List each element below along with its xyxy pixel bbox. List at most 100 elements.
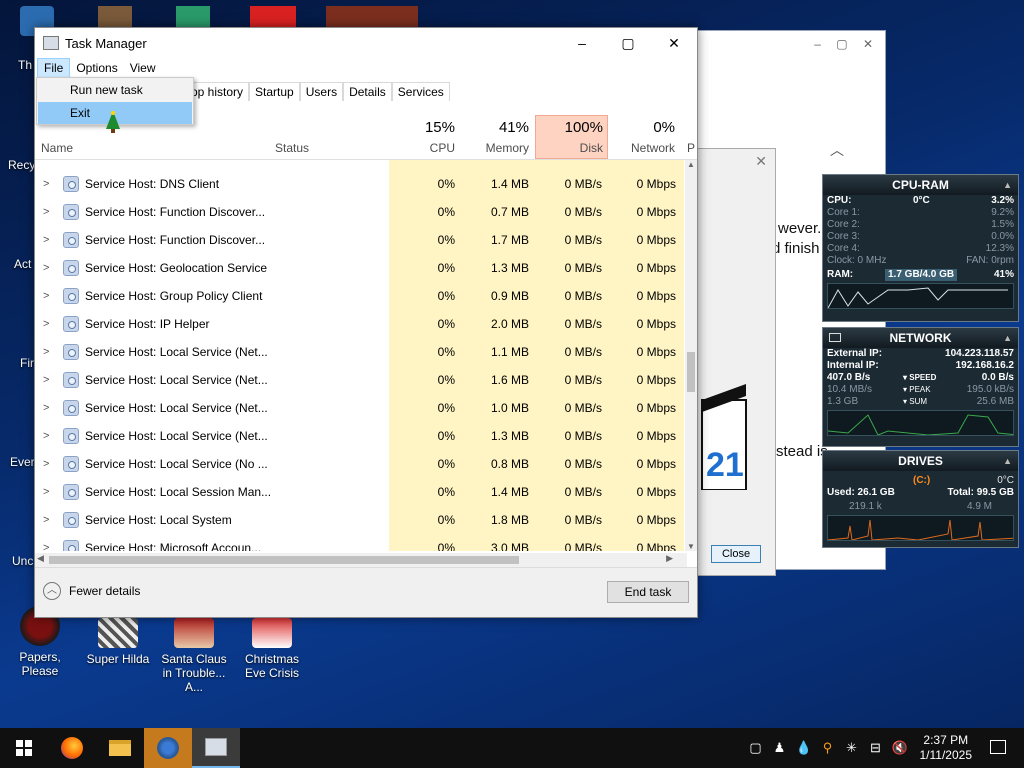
desktop-icon-christmas-eve[interactable]: Christmas Eve Crisis bbox=[234, 618, 310, 680]
process-row[interactable]: > Service Host: Function Discover... 0% 0.7… bbox=[35, 198, 687, 226]
chevron-right-icon[interactable]: > bbox=[43, 206, 49, 218]
process-row[interactable]: > Service Host: Local Session Man... 0% 1.4… bbox=[35, 478, 687, 506]
scroll-thumb[interactable] bbox=[687, 352, 695, 392]
chevron-right-icon[interactable]: > bbox=[43, 458, 49, 470]
search-icon[interactable]: ⚲ bbox=[820, 740, 836, 756]
taskbar-app-highlighted[interactable] bbox=[144, 728, 192, 768]
chevron-right-icon[interactable]: > bbox=[43, 346, 49, 358]
process-row[interactable]: > Service Host: Local Service (Net... 0% 1.… bbox=[35, 338, 687, 366]
column-network[interactable]: Network bbox=[615, 141, 675, 155]
chevron-right-icon[interactable]: > bbox=[43, 402, 49, 414]
cpu-ram-gadget[interactable]: CPU-RAM ▲ CPU: 0°C 3.2% Core 1: 9.2% Core 2:… bbox=[822, 174, 1019, 322]
notification-icon[interactable] bbox=[990, 740, 1006, 754]
square-icon[interactable]: ▢ bbox=[748, 740, 764, 756]
background-window-controls[interactable]: – ▢ ✕ bbox=[814, 37, 879, 51]
gear-icon bbox=[63, 484, 79, 500]
user-icon[interactable]: ♟ bbox=[772, 740, 788, 756]
desktop-icon-top-4[interactable] bbox=[250, 6, 296, 28]
task-manager-icon bbox=[205, 738, 227, 756]
process-row[interactable]: > Service Host: Microsoft Accoun... 0% 3.0 … bbox=[35, 534, 687, 551]
menu-file[interactable]: File bbox=[37, 58, 71, 78]
process-row[interactable]: > Service Host: IP Helper 0% 2.0 MB 0 MB/s 0 … bbox=[35, 310, 687, 338]
network-gadget[interactable]: NETWORK ▲ External IP: 104.223.118.57 Inte… bbox=[822, 327, 1019, 447]
scroll-right-icon[interactable]: ▶ bbox=[666, 553, 673, 564]
scroll-thumb[interactable] bbox=[49, 556, 519, 564]
desktop-icon-top-5[interactable] bbox=[326, 6, 418, 28]
taskbar-task-manager[interactable] bbox=[192, 728, 240, 768]
chevron-right-icon[interactable]: > bbox=[43, 290, 49, 302]
cpu-percent[interactable]: 15% bbox=[395, 119, 455, 136]
column-cpu[interactable]: CPU bbox=[395, 141, 455, 155]
vertical-scrollbar[interactable]: ▲ ▼ bbox=[685, 160, 697, 551]
column-name[interactable]: Name bbox=[41, 141, 73, 155]
scroll-left-icon[interactable]: ◀ bbox=[37, 553, 44, 564]
tab-services[interactable]: Services bbox=[391, 82, 450, 101]
desktop-icon-label-6[interactable]: Unc bbox=[12, 554, 33, 568]
chevron-right-icon[interactable]: > bbox=[43, 234, 49, 246]
scroll-down-icon[interactable]: ▼ bbox=[687, 542, 695, 551]
process-row[interactable]: > Service Host: Geolocation Service 0% 1.3 … bbox=[35, 254, 687, 282]
maximize-icon[interactable]: ▢ bbox=[605, 35, 651, 52]
desktop-icon-label-5[interactable]: Ever bbox=[10, 455, 35, 469]
chevron-right-icon[interactable]: > bbox=[43, 542, 49, 551]
menu-options[interactable]: Options bbox=[70, 59, 123, 77]
desktop-icon-super-hilda[interactable]: Super Hilda bbox=[80, 618, 156, 666]
volume-muted-icon[interactable]: 🔇 bbox=[892, 740, 908, 756]
menu-view[interactable]: View bbox=[124, 59, 162, 77]
process-row[interactable]: > Service Host: Local Service (No ... 0% 0.… bbox=[35, 450, 687, 478]
collapse-icon[interactable]: ▲ bbox=[1003, 328, 1012, 348]
process-row[interactable]: > Service Host: Local Service (Net... 0% 1.… bbox=[35, 366, 687, 394]
collapse-icon[interactable]: ▲ bbox=[1003, 175, 1012, 195]
fewer-details-link[interactable]: ︿ Fewer details bbox=[43, 582, 140, 600]
close-icon[interactable]: ✕ bbox=[755, 153, 767, 170]
chevron-right-icon[interactable]: > bbox=[43, 514, 49, 526]
title-bar[interactable]: Task Manager – ▢ ✕ bbox=[35, 28, 697, 58]
close-icon[interactable]: ✕ bbox=[651, 35, 697, 52]
column-power-cut[interactable]: P bbox=[685, 141, 695, 155]
chevron-up-icon[interactable]: ︿ bbox=[830, 140, 844, 160]
disk-percent[interactable]: 100% bbox=[535, 119, 603, 136]
network-percent[interactable]: 0% bbox=[615, 119, 675, 136]
tab-app-history[interactable]: pp history bbox=[185, 82, 250, 101]
taskbar-firefox[interactable] bbox=[48, 728, 96, 768]
tab-users[interactable]: Users bbox=[299, 82, 344, 101]
clock[interactable]: 2:37 PM 1/11/2025 bbox=[920, 733, 973, 763]
collapse-icon[interactable]: ▲ bbox=[1003, 451, 1012, 471]
start-button[interactable] bbox=[0, 728, 48, 768]
process-row[interactable]: > Service Host: Local Service (Net... 0% 1.… bbox=[35, 422, 687, 450]
process-row[interactable]: > Service Host: Local System 0% 1.8 MB 0 MB/… bbox=[35, 506, 687, 534]
chevron-right-icon[interactable]: > bbox=[43, 318, 49, 330]
scroll-up-icon[interactable]: ▲ bbox=[687, 160, 695, 169]
background-dialog[interactable]: ✕ Close bbox=[696, 148, 776, 576]
desktop-icon-santa-claus[interactable]: Santa Claus in Trouble... A... bbox=[156, 618, 232, 694]
desktop-icon-label-3[interactable]: Act bbox=[14, 257, 31, 271]
process-row[interactable]: > Service Host: DNS Client 0% 1.4 MB 0 MB/s 0… bbox=[35, 170, 687, 198]
end-task-button[interactable]: End task bbox=[607, 581, 689, 603]
chevron-right-icon[interactable]: > bbox=[43, 178, 49, 190]
process-row[interactable]: > Service Host: Local Service (Net... 0% 1.… bbox=[35, 394, 687, 422]
menu-item-run-new-task[interactable]: Run new task bbox=[38, 79, 192, 101]
drives-gadget[interactable]: DRIVES ▲ (C:) 0°C Used: 26.1 GB Total: 99.5… bbox=[822, 450, 1019, 548]
process-row[interactable]: > Service Host: Group Policy Client 0% 0.9 … bbox=[35, 282, 687, 310]
desktop-icon-label-2[interactable]: Recy bbox=[8, 158, 35, 172]
network-icon[interactable]: ⊟ bbox=[868, 740, 884, 756]
horizontal-scrollbar[interactable]: ◀ ▶ bbox=[35, 553, 687, 567]
chevron-right-icon[interactable]: > bbox=[43, 262, 49, 274]
chevron-right-icon[interactable]: > bbox=[43, 430, 49, 442]
drop-icon[interactable]: 💧 bbox=[796, 740, 812, 756]
desktop-icon-label-1[interactable]: Th bbox=[18, 58, 32, 72]
desktop-icon-label-4[interactable]: Fir bbox=[20, 356, 34, 370]
tab-details[interactable]: Details bbox=[343, 82, 392, 101]
chevron-right-icon[interactable]: > bbox=[43, 374, 49, 386]
column-disk[interactable]: Disk bbox=[535, 141, 603, 155]
dialog-close-button[interactable]: Close bbox=[711, 545, 761, 563]
minimize-icon[interactable]: – bbox=[559, 35, 605, 52]
process-row[interactable]: > Service Host: Function Discover... 0% 1.7… bbox=[35, 226, 687, 254]
taskbar-file-explorer[interactable] bbox=[96, 728, 144, 768]
memory-percent[interactable]: 41% bbox=[467, 119, 529, 136]
column-memory[interactable]: Memory bbox=[467, 141, 529, 155]
asterisk-icon[interactable]: ✳ bbox=[844, 740, 860, 756]
column-status[interactable]: Status bbox=[275, 141, 309, 155]
tab-startup[interactable]: Startup bbox=[249, 82, 300, 101]
chevron-right-icon[interactable]: > bbox=[43, 486, 49, 498]
